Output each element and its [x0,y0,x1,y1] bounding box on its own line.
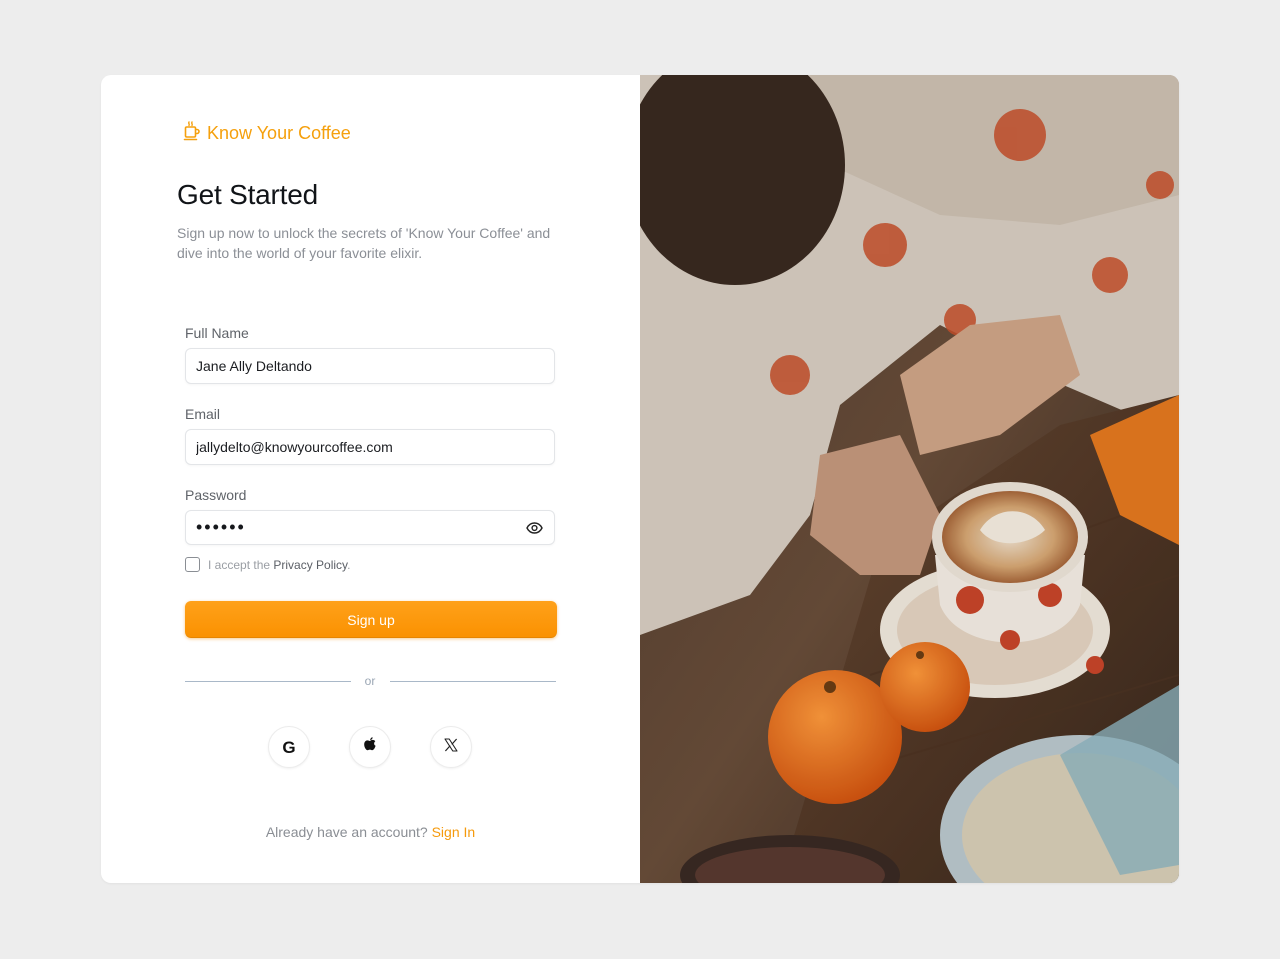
apple-icon [362,736,378,759]
password-field[interactable]: •••••• [185,510,555,545]
coffee-cup-icon [183,121,201,146]
signup-panel: Know Your Coffee Get Started Sign up now… [101,75,640,883]
full-name-field [185,348,555,384]
divider-line-left [185,681,351,682]
page-title: Get Started [177,179,318,210]
full-name-label: Full Name [185,325,249,341]
divider-line-right [390,681,556,682]
apple-sign-in-button[interactable] [349,726,391,768]
page-subtitle: Sign up now to unlock the secrets of 'Kn… [177,225,551,261]
brand-name: Know Your Coffee [207,123,351,143]
password-label: Password [185,487,247,503]
divider-or: or [364,674,376,688]
google-icon: G [282,737,296,757]
sign-in-prompt: Already have an account? Sign In [265,824,476,840]
coffee-photo [640,75,1179,883]
x-sign-in-button[interactable] [430,726,472,768]
privacy-checkbox[interactable] [185,557,200,572]
privacy-policy-link[interactable]: Privacy Policy [273,558,347,572]
brand: Know Your Coffee [183,121,351,146]
email-input[interactable] [186,430,554,464]
full-name-input[interactable] [186,349,554,383]
email-label: Email [185,406,221,422]
sign-in-link[interactable]: Sign In [432,824,476,840]
password-masked-value[interactable]: •••••• [186,517,524,538]
signup-card: Know Your Coffee Get Started Sign up now… [101,75,1179,883]
email-field [185,429,555,465]
google-sign-in-button[interactable]: G [268,726,310,768]
sign-up-button[interactable]: Sign up [185,601,557,638]
privacy-consent: I accept the Privacy Policy. [185,557,351,572]
privacy-text: I accept the Privacy Policy. [208,557,351,572]
eye-icon[interactable] [524,518,544,538]
x-icon [444,737,458,757]
